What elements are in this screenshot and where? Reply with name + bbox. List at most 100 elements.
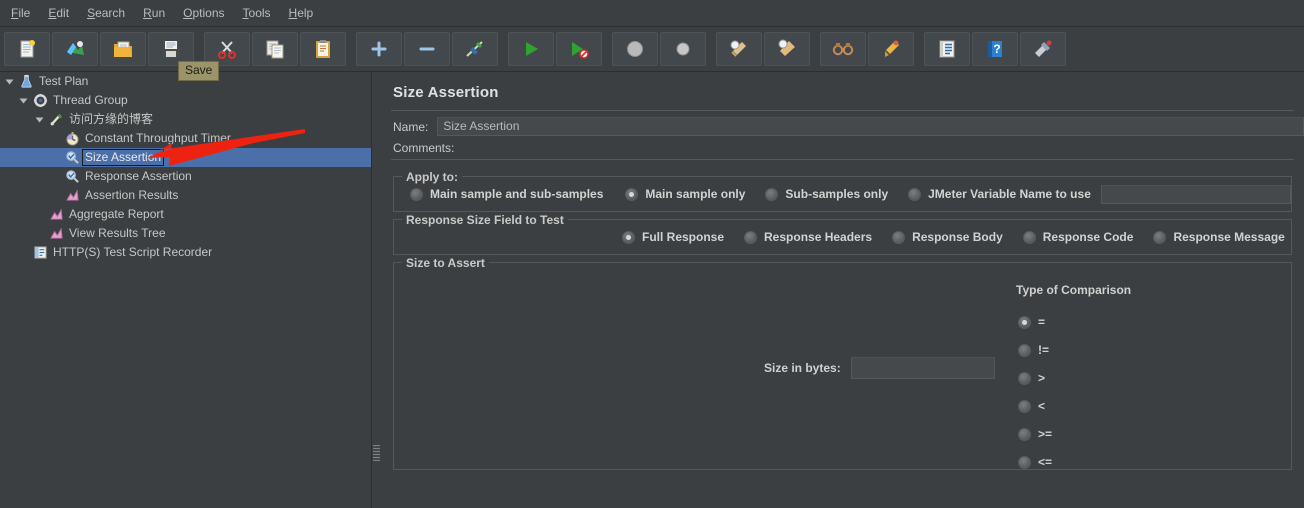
open-button[interactable] [100, 32, 146, 66]
apply-to-group: Apply to: Main sample and sub-samples Ma… [393, 170, 1292, 212]
radio-comparison-less-or-equal[interactable]: <= [1004, 455, 1052, 469]
size-in-bytes-label: Size in bytes: [764, 361, 841, 375]
radio-comparison-equal[interactable]: = [1004, 315, 1045, 329]
radio-response-headers[interactable]: Response Headers [744, 230, 872, 244]
toolbar-separator-2 [348, 32, 356, 66]
templates-icon [64, 38, 86, 60]
tree-node-http-sampler[interactable]: 访问方缘的博客 [0, 110, 371, 129]
radio-comparison-greater-or-equal[interactable]: >= [1004, 427, 1052, 441]
start-no-pauses-button[interactable] [556, 32, 602, 66]
copy-button[interactable] [252, 32, 298, 66]
menu-help[interactable]: Help [280, 2, 323, 25]
paste-button[interactable] [300, 32, 346, 66]
radio-response-body[interactable]: Response Body [892, 230, 1003, 244]
radio-comparison-less-than[interactable]: < [1004, 399, 1045, 413]
tree-node-size-assertion[interactable]: Size Assertion [0, 148, 371, 167]
new-button[interactable] [4, 32, 50, 66]
radio-full-response[interactable]: Full Response [622, 230, 724, 244]
toolbar-separator-4 [604, 32, 612, 66]
expand-toggle-icon[interactable] [16, 91, 30, 110]
tree-node-label: HTTP(S) Test Script Recorder [53, 245, 213, 259]
menu-edit[interactable]: Edit [39, 2, 78, 25]
size-assertion-editor: Size Assertion Name: Size Assertion Comm… [381, 72, 1304, 508]
assertion-icon [62, 148, 82, 167]
save-tooltip: Save [178, 61, 220, 81]
tree-node-assertion-results[interactable]: Assertion Results [0, 186, 371, 205]
tree-node-label: 访问方缘的博客 [69, 112, 154, 126]
radio-label: > [1038, 371, 1046, 385]
clear-all-button[interactable] [764, 32, 810, 66]
tree-node-constant-throughput-timer[interactable]: Constant Throughput Timer [0, 129, 371, 148]
shutdown-button[interactable] [660, 32, 706, 66]
timer-icon [62, 129, 82, 148]
tree-node-label: Size Assertion [82, 149, 165, 166]
menu-file[interactable]: File [2, 2, 39, 25]
menu-run[interactable]: Run [134, 2, 174, 25]
undo-redo-icon [1032, 38, 1054, 60]
tree-node-aggregate-report[interactable]: Aggregate Report [0, 205, 371, 224]
radio-comparison-not-equal[interactable]: != [1004, 343, 1049, 357]
assertion-icon [62, 167, 82, 186]
stop-button[interactable] [612, 32, 658, 66]
clear-all-broom-icon [776, 38, 798, 60]
clear-button[interactable] [716, 32, 762, 66]
radio-dot-icon [1022, 230, 1036, 244]
name-input[interactable]: Size Assertion [437, 117, 1304, 136]
radio-dot-icon [1018, 399, 1031, 413]
function-helper-button[interactable] [924, 32, 970, 66]
reset-search-button[interactable] [868, 32, 914, 66]
radio-dot-icon [1018, 371, 1031, 385]
radio-dot-icon [1018, 455, 1031, 469]
templates-button[interactable] [52, 32, 98, 66]
menu-options[interactable]: Options [174, 2, 233, 25]
undo-redo-button[interactable] [1020, 32, 1066, 66]
radio-label: Response Headers [764, 230, 873, 244]
open-folder-icon [112, 38, 134, 60]
radio-dot-icon [765, 187, 779, 201]
tree-node-thread-group[interactable]: Thread Group [0, 91, 371, 110]
name-label: Name: [393, 119, 429, 134]
collapse-all-button[interactable] [404, 32, 450, 66]
type-of-comparison-column: Type of Comparison = != > < >= <= [1004, 283, 1294, 476]
tree-node-response-assertion[interactable]: Response Assertion [0, 167, 371, 186]
radio-jmeter-variable-name[interactable]: JMeter Variable Name to use [908, 187, 1091, 201]
radio-label: Response Body [912, 230, 1003, 244]
radio-dot-icon [410, 187, 423, 201]
toggle-button[interactable] [452, 32, 498, 66]
reset-search-icon [880, 38, 902, 60]
search-button[interactable] [820, 32, 866, 66]
tree-node-http-test-script-recorder[interactable]: HTTP(S) Test Script Recorder [0, 243, 371, 262]
radio-dot-icon [622, 230, 635, 244]
radio-main-sample-only[interactable]: Main sample only [625, 187, 745, 201]
play-no-pause-icon [568, 38, 590, 60]
expand-toggle-icon[interactable] [32, 110, 46, 129]
tree-node-view-results-tree[interactable]: View Results Tree [0, 224, 371, 243]
expand-toggle-icon[interactable] [2, 72, 16, 91]
comparison-row: <= [1004, 448, 1294, 476]
radio-response-code[interactable]: Response Code [1022, 230, 1133, 244]
start-button[interactable] [508, 32, 554, 66]
size-to-assert-group: Size to Assert Size in bytes: Type of Co… [393, 256, 1292, 470]
menu-search[interactable]: Search [78, 2, 134, 25]
radio-main-sample-and-sub-samples[interactable]: Main sample and sub-samples [410, 187, 603, 201]
jmeter-variable-input[interactable] [1100, 184, 1291, 204]
radio-label: Main sample and sub-samples [430, 187, 604, 201]
radio-dot-icon [1018, 427, 1031, 441]
help-button[interactable]: ? [972, 32, 1018, 66]
radio-dot-icon [892, 230, 906, 244]
split-pane-divider-handle[interactable] [373, 445, 380, 461]
copy-icon [264, 38, 286, 60]
radio-comparison-greater-than[interactable]: > [1004, 371, 1045, 385]
comments-row: Comments: [381, 136, 1304, 155]
size-in-bytes-input[interactable] [850, 357, 995, 379]
test-plan-tree[interactable]: Test Plan Thread Group 访问方缘的博客 Constant … [0, 72, 372, 508]
comments-input[interactable] [391, 159, 1294, 169]
radio-response-message[interactable]: Response Message [1153, 230, 1285, 244]
size-in-bytes-row: Size in bytes: [764, 357, 995, 379]
expand-all-button[interactable] [356, 32, 402, 66]
listener-icon [46, 224, 66, 243]
radio-sub-samples-only[interactable]: Sub-samples only [765, 187, 888, 201]
scissors-icon [216, 38, 238, 60]
menu-tools[interactable]: Tools [234, 2, 280, 25]
listener-icon [62, 186, 82, 205]
